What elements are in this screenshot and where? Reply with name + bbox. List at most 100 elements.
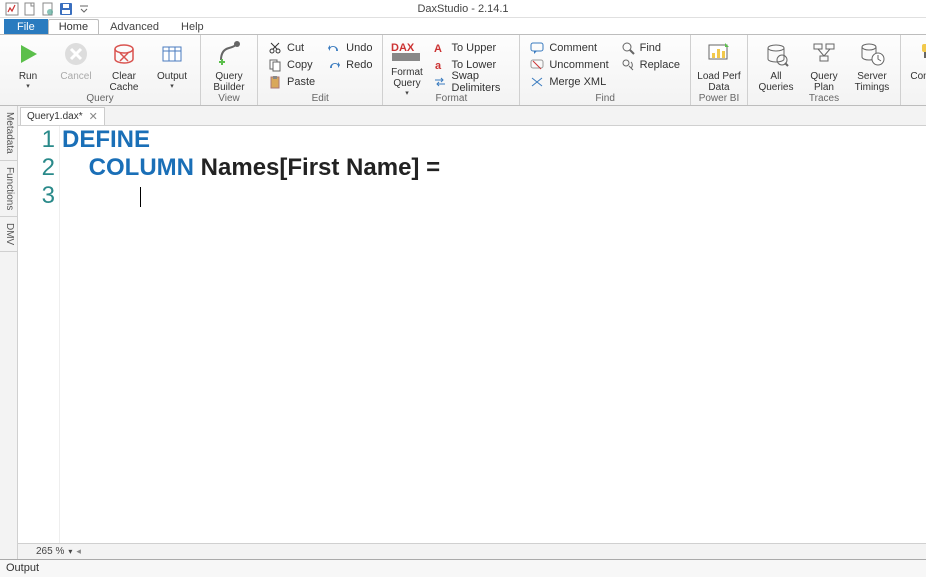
close-icon[interactable]: ✕ [89, 110, 98, 123]
query-builder-icon [213, 39, 245, 69]
merge-xml-button[interactable]: Merge XML [526, 73, 612, 90]
group-label-query: Query [0, 93, 200, 105]
file-tab[interactable]: Query1.dax* ✕ [20, 107, 105, 125]
replace-button[interactable]: Replace [617, 56, 684, 73]
redo-icon [327, 58, 341, 72]
titlebar: DaxStudio - 2.14.1 [0, 0, 926, 18]
zoom-value: 265 % [36, 546, 64, 557]
server-timings-icon [856, 39, 888, 69]
ribbon: Run ▾ Cancel Clear Cache Output ▾ Query [0, 34, 926, 106]
group-label-connection: Connection [901, 93, 926, 105]
to-upper-button[interactable]: ATo Upper [429, 39, 514, 56]
document-area: Metadata Functions DMV Query1.dax* ✕ 1 2… [0, 106, 926, 559]
group-label-view: View [201, 93, 257, 105]
ribbon-group-traces: All Queries Query Plan Server Timings Tr… [748, 35, 901, 105]
side-tab-metadata[interactable]: Metadata [0, 106, 17, 161]
svg-text:DAX: DAX [391, 42, 415, 54]
find-button[interactable]: Find [617, 39, 684, 56]
ribbon-group-find: Comment Uncomment Merge XML Find Replace… [520, 35, 691, 105]
ribbon-group-edit: Cut Copy Paste Undo Redo Edit [258, 35, 383, 105]
output-button[interactable]: Output ▾ [150, 37, 194, 93]
qat-dropdown-icon[interactable] [76, 1, 92, 17]
clear-cache-icon [108, 39, 140, 69]
indent [62, 154, 89, 181]
tab-file[interactable]: File [4, 19, 48, 34]
svg-text:a: a [435, 60, 442, 72]
dax-formatter-icon: DAX [391, 39, 423, 65]
swap-delimiters-button[interactable]: Swap Delimiters [429, 73, 514, 90]
window-title: DaxStudio - 2.14.1 [417, 3, 508, 15]
connect-button[interactable]: Connect [907, 37, 926, 93]
find-icon [621, 41, 635, 55]
tab-home[interactable]: Home [48, 19, 99, 34]
line-number: 2 [18, 154, 55, 182]
load-perf-icon [703, 39, 735, 69]
text-caret [140, 187, 141, 207]
undo-button[interactable]: Undo [323, 39, 376, 56]
ribbon-group-format: DAX Format Query ▾ ATo Upper aTo Lower S… [383, 35, 520, 105]
uncomment-icon [530, 58, 544, 72]
new-query-icon[interactable] [40, 1, 56, 17]
uncomment-button[interactable]: Uncomment [526, 56, 612, 73]
code-text: Names[First Name] = [194, 154, 440, 181]
chevron-down-icon: ▾ [26, 82, 30, 90]
paste-icon [268, 75, 282, 89]
cancel-button[interactable]: Cancel [54, 37, 98, 93]
file-tab-label: Query1.dax* [27, 111, 83, 122]
tab-help[interactable]: Help [170, 19, 215, 34]
app-icon [4, 1, 20, 17]
ribbon-group-powerbi: Load Perf Data Power BI [691, 35, 748, 105]
connect-icon [913, 39, 926, 69]
editor-area: Query1.dax* ✕ 1 2 3 DEFINE COLUMN Names[… [18, 106, 926, 559]
redo-button[interactable]: Redo [323, 56, 376, 73]
merge-icon [530, 75, 544, 89]
server-timings-button[interactable]: Server Timings [850, 37, 894, 93]
line-number-gutter: 1 2 3 [18, 126, 60, 559]
save-icon[interactable] [58, 1, 74, 17]
side-tab-dmv[interactable]: DMV [0, 217, 17, 252]
side-tabs: Metadata Functions DMV [0, 106, 18, 559]
output-icon [156, 39, 188, 69]
tab-advanced[interactable]: Advanced [99, 19, 170, 34]
query-builder-button[interactable]: Query Builder [207, 37, 251, 93]
quick-access-toolbar [0, 1, 96, 17]
to-upper-icon: A [433, 41, 447, 55]
comment-button[interactable]: Comment [526, 39, 612, 56]
copy-icon [268, 58, 282, 72]
side-tab-functions[interactable]: Functions [0, 161, 17, 217]
undo-icon [327, 41, 341, 55]
format-query-button[interactable]: DAX Format Query ▾ [389, 37, 424, 93]
query-plan-button[interactable]: Query Plan [802, 37, 846, 93]
run-button[interactable]: Run ▾ [6, 37, 50, 93]
group-label-find: Find [520, 93, 690, 105]
swap-icon [433, 75, 447, 89]
output-label: Output [6, 562, 39, 574]
ribbon-group-query: Run ▾ Cancel Clear Cache Output ▾ Query [0, 35, 201, 105]
svg-text:A: A [434, 43, 442, 55]
line-number: 3 [18, 182, 55, 210]
new-icon[interactable] [22, 1, 38, 17]
line-number: 1 [18, 126, 55, 154]
code-editor[interactable]: 1 2 3 DEFINE COLUMN Names[First Name] = [18, 126, 926, 559]
zoom-dropdown-icon[interactable]: ▾ [68, 547, 72, 556]
keyword-column: COLUMN [89, 154, 194, 181]
replace-icon [621, 58, 635, 72]
chevron-left-icon[interactable]: ◂ [76, 546, 81, 557]
load-perf-data-button[interactable]: Load Perf Data [697, 37, 741, 93]
all-queries-button[interactable]: All Queries [754, 37, 798, 93]
clear-cache-button[interactable]: Clear Cache [102, 37, 146, 93]
group-label-powerbi: Power BI [691, 93, 747, 105]
cut-icon [268, 41, 282, 55]
cancel-icon [60, 39, 92, 69]
query-plan-icon [808, 39, 840, 69]
ribbon-tabs: File Home Advanced Help [0, 18, 926, 34]
cut-button[interactable]: Cut [264, 39, 319, 56]
file-tab-row: Query1.dax* ✕ [18, 106, 926, 126]
play-icon [12, 39, 44, 69]
ribbon-group-connection: Connect Refresh Metadata Connection [901, 35, 926, 105]
to-lower-icon: a [433, 58, 447, 72]
paste-button[interactable]: Paste [264, 73, 319, 90]
output-panel[interactable]: Output [0, 559, 926, 577]
code-body[interactable]: DEFINE COLUMN Names[First Name] = [60, 126, 926, 559]
copy-button[interactable]: Copy [264, 56, 319, 73]
